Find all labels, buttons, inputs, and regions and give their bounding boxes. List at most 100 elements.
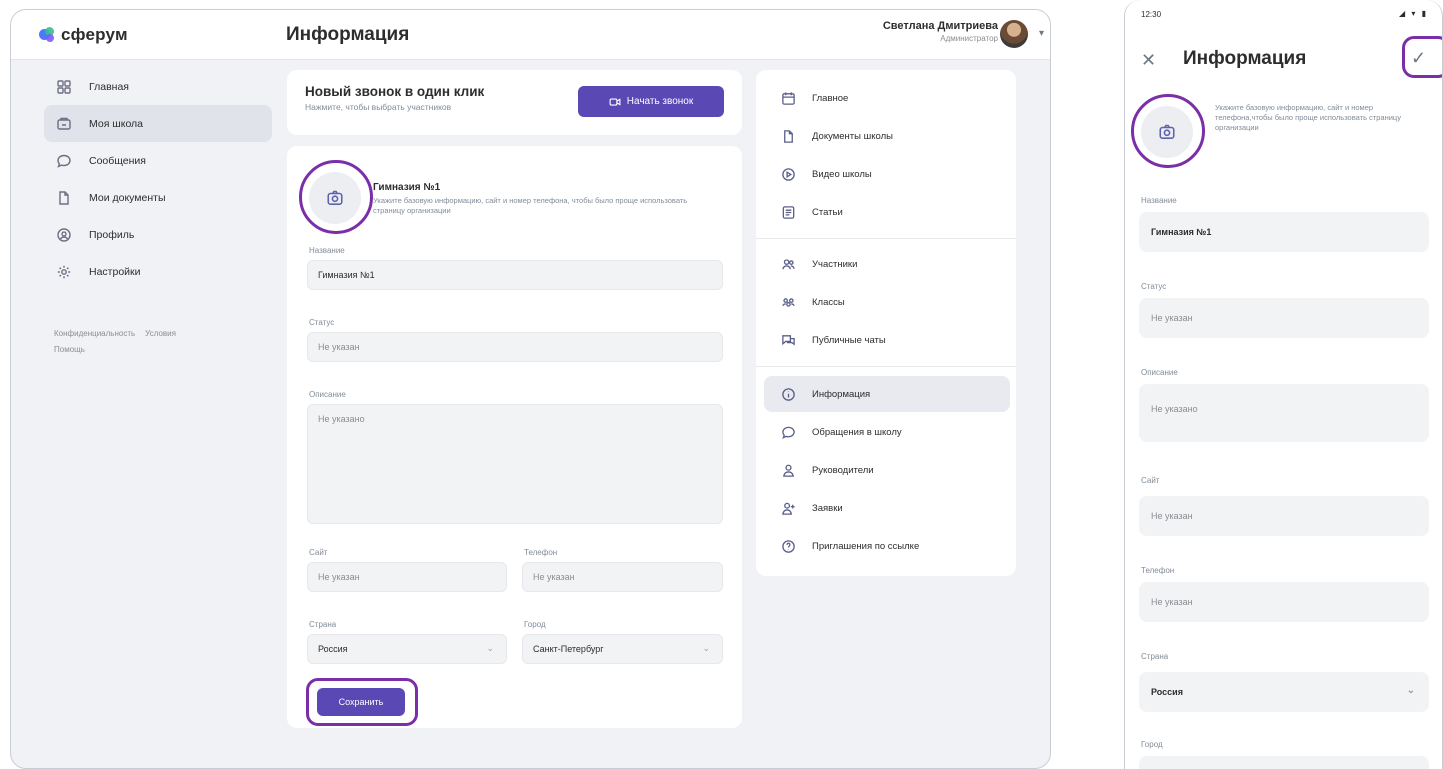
menu-item-members[interactable]: Участники: [764, 246, 1010, 282]
users-icon: [780, 256, 796, 272]
terms-link[interactable]: Условия: [145, 329, 176, 338]
description-textarea[interactable]: Не указано: [1139, 384, 1429, 442]
chevron-down-icon: ⌄: [702, 643, 710, 653]
chevron-down-icon[interactable]: ▾: [1039, 28, 1044, 39]
menu-item-label: Публичные чаты: [812, 334, 886, 346]
city-select[interactable]: [1139, 756, 1429, 769]
document-icon: [780, 128, 796, 144]
school-icon: [56, 116, 72, 132]
menu-item-label: Информация: [812, 388, 871, 400]
mobile-hint: Укажите базовую информацию, сайт и номер…: [1215, 103, 1401, 132]
start-call-button[interactable]: Начать звонок: [578, 86, 724, 117]
menu-item-school-documents[interactable]: Документы школы: [764, 118, 1010, 154]
city-select[interactable]: Санкт-Петербург ⌄: [522, 634, 723, 664]
chats-icon: [780, 332, 796, 348]
calendar-icon: [780, 90, 796, 106]
user-name: Светлана Дмитриева: [882, 20, 998, 32]
close-icon[interactable]: ✕: [1141, 50, 1156, 71]
privacy-link[interactable]: Конфиденциальность: [54, 329, 135, 338]
menu-item-label: Руководители: [812, 464, 874, 476]
group-icon: [780, 294, 796, 310]
menu-item-link-invitations[interactable]: Приглашения по ссылке: [764, 528, 1010, 564]
name-input[interactable]: Гимназия №1: [1139, 212, 1429, 252]
name-label: Название: [1141, 196, 1177, 205]
site-input[interactable]: Не указан: [1139, 496, 1429, 536]
phone-input[interactable]: Не указан: [522, 562, 723, 592]
highlight-ring: [306, 678, 418, 726]
country-label: Страна: [1141, 652, 1169, 661]
menu-item-public-chats[interactable]: Публичные чаты: [764, 322, 1010, 358]
profile-icon: [56, 227, 72, 243]
menu-item-label: Главное: [812, 92, 849, 104]
grid-icon: [56, 79, 72, 95]
sidebar-item-label: Сообщения: [89, 154, 146, 167]
status-time: 12:30: [1141, 10, 1162, 19]
country-value: Россия: [318, 644, 348, 654]
site-label: Сайт: [309, 548, 328, 557]
menu-item-label: Классы: [812, 296, 845, 308]
sidebar-item-label: Профиль: [89, 228, 135, 241]
description-textarea[interactable]: Не указано: [307, 404, 723, 524]
sidebar-item-label: Настройки: [89, 265, 141, 278]
menu-item-articles[interactable]: Статьи: [764, 194, 1010, 230]
menu-divider: [756, 366, 1016, 367]
city-label: Город: [1141, 740, 1163, 749]
settings-icon: [56, 264, 72, 280]
phone-label: Телефон: [1141, 566, 1175, 575]
play-icon: [780, 166, 796, 182]
status-input[interactable]: Не указан: [1139, 298, 1429, 338]
country-select[interactable]: Россия ⌄: [1139, 672, 1429, 712]
menu-item-label: Статьи: [812, 206, 843, 218]
menu-item-label: Участники: [812, 258, 858, 270]
page-title: Информация: [286, 24, 410, 45]
org-hint: Укажите базовую информацию, сайт и номер…: [373, 196, 688, 215]
chat-icon: [56, 153, 72, 169]
sidebar-item-label: Моя школа: [89, 117, 144, 130]
sidebar-item-my-documents[interactable]: Мои документы: [44, 179, 272, 216]
city-value: Санкт-Петербург: [533, 644, 604, 654]
menu-item-managers[interactable]: Руководители: [764, 452, 1010, 488]
sidebar-item-home[interactable]: Главная: [44, 68, 272, 105]
chevron-down-icon: ⌄: [486, 643, 494, 653]
chevron-down-icon: ⌄: [1406, 685, 1415, 696]
menu-item-information[interactable]: Информация: [764, 376, 1010, 412]
menu-item-label: Приглашения по ссылке: [812, 540, 920, 552]
logo[interactable]: сферум: [39, 25, 128, 45]
top-bar: сферум Информация Светлана Дмитриева Адм…: [11, 10, 1050, 60]
school-menu: Главное Документы школы Видео школы Стат…: [756, 70, 1016, 576]
description-label: Описание: [309, 390, 346, 399]
organization-info-form: Гимназия №1 Укажите базовую информацию, …: [287, 146, 742, 728]
menu-item-school-video[interactable]: Видео школы: [764, 156, 1010, 192]
phone-label: Телефон: [524, 548, 558, 557]
help-link[interactable]: Помощь: [54, 345, 85, 354]
menu-item-main[interactable]: Главное: [764, 80, 1010, 116]
menu-item-school-requests[interactable]: Обращения в школу: [764, 414, 1010, 450]
highlight-ring: [1131, 94, 1205, 168]
logo-text: сферум: [61, 25, 128, 44]
call-card-subtitle: Нажмите, чтобы выбрать участников: [305, 102, 452, 112]
menu-item-classes[interactable]: Классы: [764, 284, 1010, 320]
avatar[interactable]: [1000, 20, 1028, 48]
sidebar-item-my-school[interactable]: Моя школа: [44, 105, 272, 142]
status-input[interactable]: Не указан: [307, 332, 723, 362]
country-select[interactable]: Россия ⌄: [307, 634, 507, 664]
name-label: Название: [309, 246, 345, 255]
city-label: Город: [524, 620, 546, 629]
sidebar-item-settings[interactable]: Настройки: [44, 253, 272, 290]
org-name: Гимназия №1: [373, 182, 441, 193]
sidebar-item-label: Мои документы: [89, 191, 166, 204]
sidebar-item-profile[interactable]: Профиль: [44, 216, 272, 253]
sidebar-item-messages[interactable]: Сообщения: [44, 142, 272, 179]
site-input[interactable]: Не указан: [307, 562, 507, 592]
user-icon: [780, 462, 796, 478]
menu-item-label: Видео школы: [812, 168, 872, 180]
mobile-screen: 12:30 ◢ ▾ ▮ ✕ Информация ✓ Укажите базов…: [1124, 0, 1443, 769]
phone-input[interactable]: Не указан: [1139, 582, 1429, 622]
menu-item-applications[interactable]: Заявки: [764, 490, 1010, 526]
user-info[interactable]: Светлана Дмитриева Администратор: [883, 20, 998, 43]
user-add-icon: [780, 500, 796, 516]
call-card-title: Новый звонок в один клик: [305, 84, 485, 99]
name-input[interactable]: Гимназия №1: [307, 260, 723, 290]
menu-item-label: Документы школы: [812, 130, 893, 142]
menu-item-label: Заявки: [812, 502, 843, 514]
